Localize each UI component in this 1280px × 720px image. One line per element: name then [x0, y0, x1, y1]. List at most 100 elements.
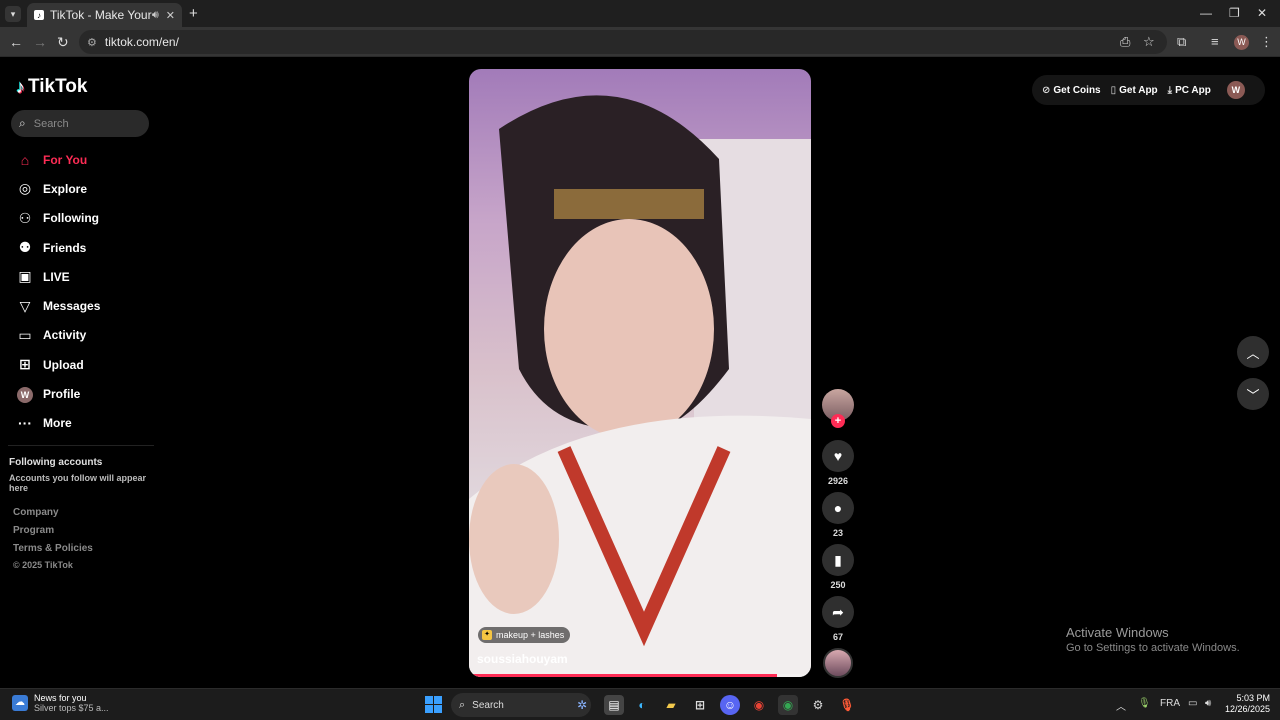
browser-toolbar: ← → ↻ ⚙ tiktok.com/en/ ⎙ ☆ ⧉ ≡ ⋮ — [0, 27, 1280, 57]
start-button[interactable] — [425, 696, 442, 713]
divider — [8, 445, 154, 446]
install-app-icon[interactable]: ⎙ — [1120, 34, 1130, 50]
volume-icon[interactable]: 🔊︎ — [1205, 698, 1211, 709]
sidebar-item-label: Friends — [43, 240, 87, 255]
new-tab-button[interactable]: + — [189, 5, 198, 22]
video-frame — [469, 95, 811, 677]
sidebar-item-explore[interactable]: ◎ Explore — [0, 174, 165, 203]
taskbar-search[interactable]: ⌕ Search ✲ — [451, 693, 591, 717]
browser-tab-strip: ▾ ♪ TikTok - Make Your Day 🔊︎ ✕ + — ❐ ✕ — [0, 0, 1280, 27]
browser-menu-icon[interactable]: ⋮ — [1260, 34, 1273, 50]
music-disc-icon[interactable] — [823, 648, 853, 678]
sidebar-item-for-you[interactable]: ⌂ For You — [0, 145, 165, 174]
chrome-active-icon[interactable]: ◉ — [778, 695, 798, 715]
sidebar-item-label: Messages — [43, 299, 101, 314]
next-video-button[interactable]: ﹀ — [1237, 378, 1269, 410]
clock[interactable]: 5:03 PM 12/26/2025 — [1224, 693, 1270, 715]
more-icon: ··· — [18, 415, 32, 432]
app-icon[interactable]: ⚙ — [808, 695, 828, 715]
footer-link-program[interactable]: Program — [13, 525, 54, 536]
speaker-icon[interactable]: 🔊︎ — [152, 9, 159, 22]
tab-search-button[interactable]: ▾ — [5, 6, 21, 22]
get-coins-label: Get Coins — [1053, 84, 1101, 96]
media-control-icon[interactable]: ≡ — [1211, 34, 1219, 49]
comment-count: 23 — [832, 528, 843, 538]
close-window-icon[interactable]: ✕ — [1257, 6, 1267, 20]
comment-button[interactable]: ● — [822, 492, 854, 524]
previous-video-button[interactable]: ︿ — [1237, 336, 1269, 368]
face-shape — [544, 219, 714, 439]
sidebar-item-following[interactable]: ⚇ Following — [0, 204, 165, 233]
effect-chip[interactable]: ✦ makeup + lashes — [478, 627, 571, 643]
avatar: W — [17, 387, 33, 404]
site-info-icon[interactable]: ⚙ — [87, 36, 97, 49]
get-coins-button[interactable]: ⊘ Get Coins — [1042, 85, 1101, 96]
close-tab-icon[interactable]: ✕ — [166, 9, 175, 22]
extensions-icon[interactable]: ⧉ — [1177, 34, 1186, 50]
language-indicator[interactable]: FRA — [1160, 698, 1180, 709]
sidebar-item-label: LIVE — [43, 269, 70, 284]
browser-profile-avatar[interactable]: W — [1234, 35, 1249, 50]
minimize-icon[interactable]: — — [1200, 6, 1212, 20]
discord-icon[interactable]: ☺ — [720, 695, 740, 715]
sidebar-item-friends[interactable]: ⚉ Friends — [0, 233, 165, 262]
forward-icon[interactable]: → — [33, 34, 47, 50]
sidebar-item-more[interactable]: ··· More — [0, 409, 165, 438]
activate-windows-subtitle: Go to Settings to activate Windows. — [1066, 642, 1240, 654]
microphone-icon[interactable]: 🎙︎ — [1138, 698, 1151, 709]
address-bar[interactable]: ⚙ tiktok.com/en/ — [79, 30, 1167, 54]
sidebar-item-profile[interactable]: W Profile — [0, 379, 165, 408]
reload-icon[interactable]: ↻ — [57, 34, 69, 51]
video-progress-bar[interactable] — [469, 674, 811, 677]
search-input[interactable]: ⌕ Search — [11, 110, 149, 137]
chevron-down-icon: ﹀ — [1246, 387, 1260, 403]
sidebar-item-label: Explore — [43, 181, 88, 196]
network-icon[interactable]: ▭ — [1188, 698, 1197, 709]
sidebar-menu: ⌂ For You ◎ Explore ⚇ Following ⚉ Friend… — [0, 145, 165, 438]
progress-fill — [469, 674, 777, 677]
sidebar-item-label: More — [43, 416, 72, 431]
save-button[interactable]: ▮ — [822, 544, 854, 576]
chrome-icon[interactable]: ◉ — [749, 695, 769, 715]
video-player[interactable] — [469, 69, 811, 677]
bookmark-star-icon[interactable]: ☆ — [1143, 34, 1155, 50]
effect-icon: ✦ — [482, 630, 492, 640]
file-explorer-icon[interactable]: ▰ — [661, 695, 681, 715]
like-button[interactable]: ♥ — [822, 440, 854, 472]
home-icon: ⌂ — [20, 151, 30, 168]
copyright: © 2025 TikTok — [13, 560, 73, 570]
live-icon: ▣ — [18, 268, 32, 285]
restore-icon[interactable]: ❐ — [1229, 6, 1240, 20]
sidebar-item-label: Upload — [43, 357, 84, 372]
sidebar: ♪ TikTok ⌕ Search ⌂ For You ◎ Explore ⚇ … — [0, 58, 165, 688]
get-app-button[interactable]: ▯ Get App — [1111, 85, 1158, 96]
tiktok-logo[interactable]: ♪ TikTok — [16, 76, 87, 98]
phone-icon: ▯ — [1110, 84, 1117, 96]
search-highlight-icon: ✲ — [576, 698, 587, 712]
taskbar-search-label: Search — [472, 699, 504, 711]
sidebar-item-upload[interactable]: ⊞ Upload — [0, 350, 165, 379]
sidebar-item-live[interactable]: ▣ LIVE — [0, 262, 165, 291]
microphone-app-icon[interactable]: 🎙︎ — [837, 695, 857, 715]
browser-tab[interactable]: ♪ TikTok - Make Your Day 🔊︎ ✕ — [27, 3, 182, 27]
store-icon[interactable]: ⊞ — [690, 695, 710, 715]
show-hidden-icons-icon[interactable]: ︿ — [1116, 698, 1126, 713]
sidebar-item-messages[interactable]: ▽ Messages — [0, 291, 165, 320]
footer-link-company[interactable]: Company — [13, 507, 59, 518]
avatar[interactable]: W — [1226, 81, 1245, 99]
pc-app-button[interactable]: ⤓ PC App — [1168, 85, 1211, 96]
search-placeholder: Search — [33, 117, 69, 130]
edge-icon[interactable]: ◐ — [632, 695, 652, 715]
send-icon: ▽ — [19, 297, 31, 314]
share-button[interactable]: ➦ — [822, 596, 854, 628]
windows-taskbar: ☁ News for you Silver tops $75 a... ⌕ Se… — [0, 688, 1280, 720]
news-widget[interactable]: ☁ News for you Silver tops $75 a... — [12, 693, 109, 713]
author-name[interactable]: soussiahouyam — [477, 652, 568, 666]
sidebar-item-label: For You — [43, 152, 88, 167]
headpiece-shape — [554, 189, 704, 219]
task-view-icon[interactable]: ▤ — [604, 695, 624, 715]
follow-plus-button[interactable]: + — [831, 414, 845, 428]
sidebar-item-activity[interactable]: ▭ Activity — [0, 321, 165, 350]
footer-link-terms[interactable]: Terms & Policies — [13, 543, 93, 554]
back-icon[interactable]: ← — [9, 34, 23, 50]
